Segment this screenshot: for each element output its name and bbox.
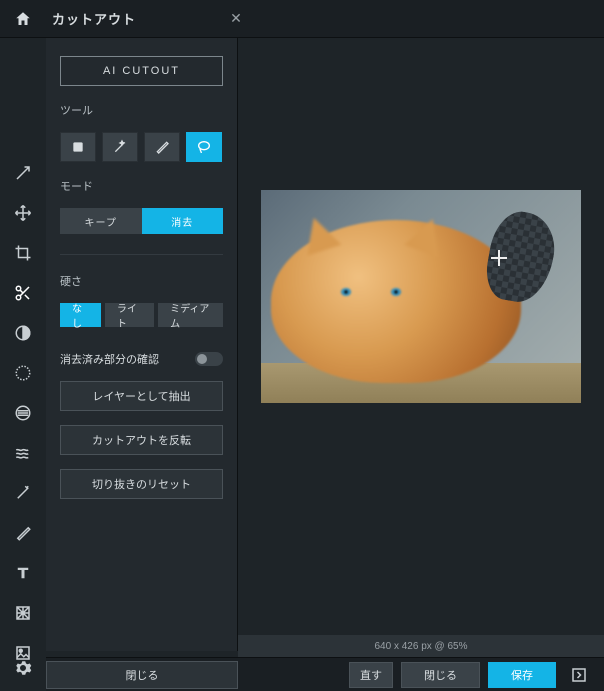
canvas-image <box>261 190 581 403</box>
heal-icon <box>14 484 32 502</box>
hardness-none-button[interactable]: なし <box>60 303 101 327</box>
footer-close-button[interactable]: 閉じる <box>401 662 480 688</box>
tool-draw[interactable] <box>8 518 38 548</box>
erased-region <box>482 207 561 307</box>
home-icon <box>14 10 32 28</box>
paintbrush-icon <box>154 139 170 155</box>
tool-resize[interactable] <box>8 158 38 188</box>
confirm-erased-toggle[interactable] <box>195 352 223 366</box>
crop-icon <box>14 244 32 262</box>
tool-lasso[interactable] <box>186 132 222 162</box>
divider <box>60 254 223 255</box>
scissors-icon <box>14 284 32 302</box>
confirm-erased-label: 消去済み部分の確認 <box>60 351 159 367</box>
mode-erase-button[interactable]: 消去 <box>142 208 224 234</box>
panel-close-button[interactable]: 閉じる <box>46 661 238 689</box>
tool-filter[interactable] <box>8 358 38 388</box>
redo-button[interactable]: 直す <box>349 662 393 688</box>
panel-title: カットアウト <box>46 0 224 38</box>
cutout-panel: AI CUTOUT ツール モード キープ 消去 硬さ なし ライト ミディアム… <box>46 38 238 651</box>
tool-move[interactable] <box>8 198 38 228</box>
filter-icon <box>14 364 32 382</box>
resize-icon <box>14 164 32 182</box>
liquify-icon <box>14 444 32 462</box>
tools-label: ツール <box>60 102 223 118</box>
invert-cutout-button[interactable]: カットアウトを反転 <box>60 425 223 455</box>
gear-icon <box>14 659 32 677</box>
extract-layer-button[interactable]: レイヤーとして抽出 <box>60 381 223 411</box>
ai-cutout-button[interactable]: AI CUTOUT <box>60 56 223 86</box>
save-button[interactable]: 保存 <box>488 662 556 688</box>
tool-magic-wand[interactable] <box>102 132 138 162</box>
canvas-dimensions: 640 x 426 px @ 65% <box>375 641 468 652</box>
hardness-light-button[interactable]: ライト <box>105 303 154 327</box>
tool-cutout[interactable] <box>8 278 38 308</box>
tool-blur[interactable] <box>8 398 38 428</box>
tool-crop[interactable] <box>8 238 38 268</box>
close-icon: ✕ <box>230 10 242 26</box>
export-icon <box>570 666 588 684</box>
lasso-icon <box>196 139 212 155</box>
settings-button[interactable] <box>8 653 38 683</box>
adjust-icon <box>14 324 32 342</box>
mode-keep-button[interactable]: キープ <box>60 208 142 234</box>
tool-adjust[interactable] <box>8 318 38 348</box>
close-panel-button[interactable]: ✕ <box>224 10 248 27</box>
hardness-label: 硬さ <box>60 273 223 289</box>
texture-icon <box>14 604 32 622</box>
status-bar: 640 x 426 px @ 65% <box>238 635 604 657</box>
export-button[interactable] <box>564 662 594 688</box>
canvas-area[interactable] <box>238 38 604 635</box>
footer: 閉じる 直す 閉じる 保存 <box>46 657 604 691</box>
tool-liquify[interactable] <box>8 438 38 468</box>
home-button[interactable] <box>0 0 46 38</box>
mode-label: モード <box>60 178 223 194</box>
move-icon <box>14 204 32 222</box>
hardness-medium-button[interactable]: ミディアム <box>158 303 223 327</box>
reset-crop-button[interactable]: 切り抜きのリセット <box>60 469 223 499</box>
tool-text[interactable] <box>8 558 38 588</box>
tool-heal[interactable] <box>8 478 38 508</box>
wand-icon <box>112 139 128 155</box>
brush-icon <box>14 524 32 542</box>
text-icon <box>14 564 32 582</box>
shape-icon <box>70 139 86 155</box>
tool-texture[interactable] <box>8 598 38 628</box>
blur-icon <box>14 404 32 422</box>
tool-shape[interactable] <box>60 132 96 162</box>
tool-rail <box>0 38 46 691</box>
tool-brush[interactable] <box>144 132 180 162</box>
